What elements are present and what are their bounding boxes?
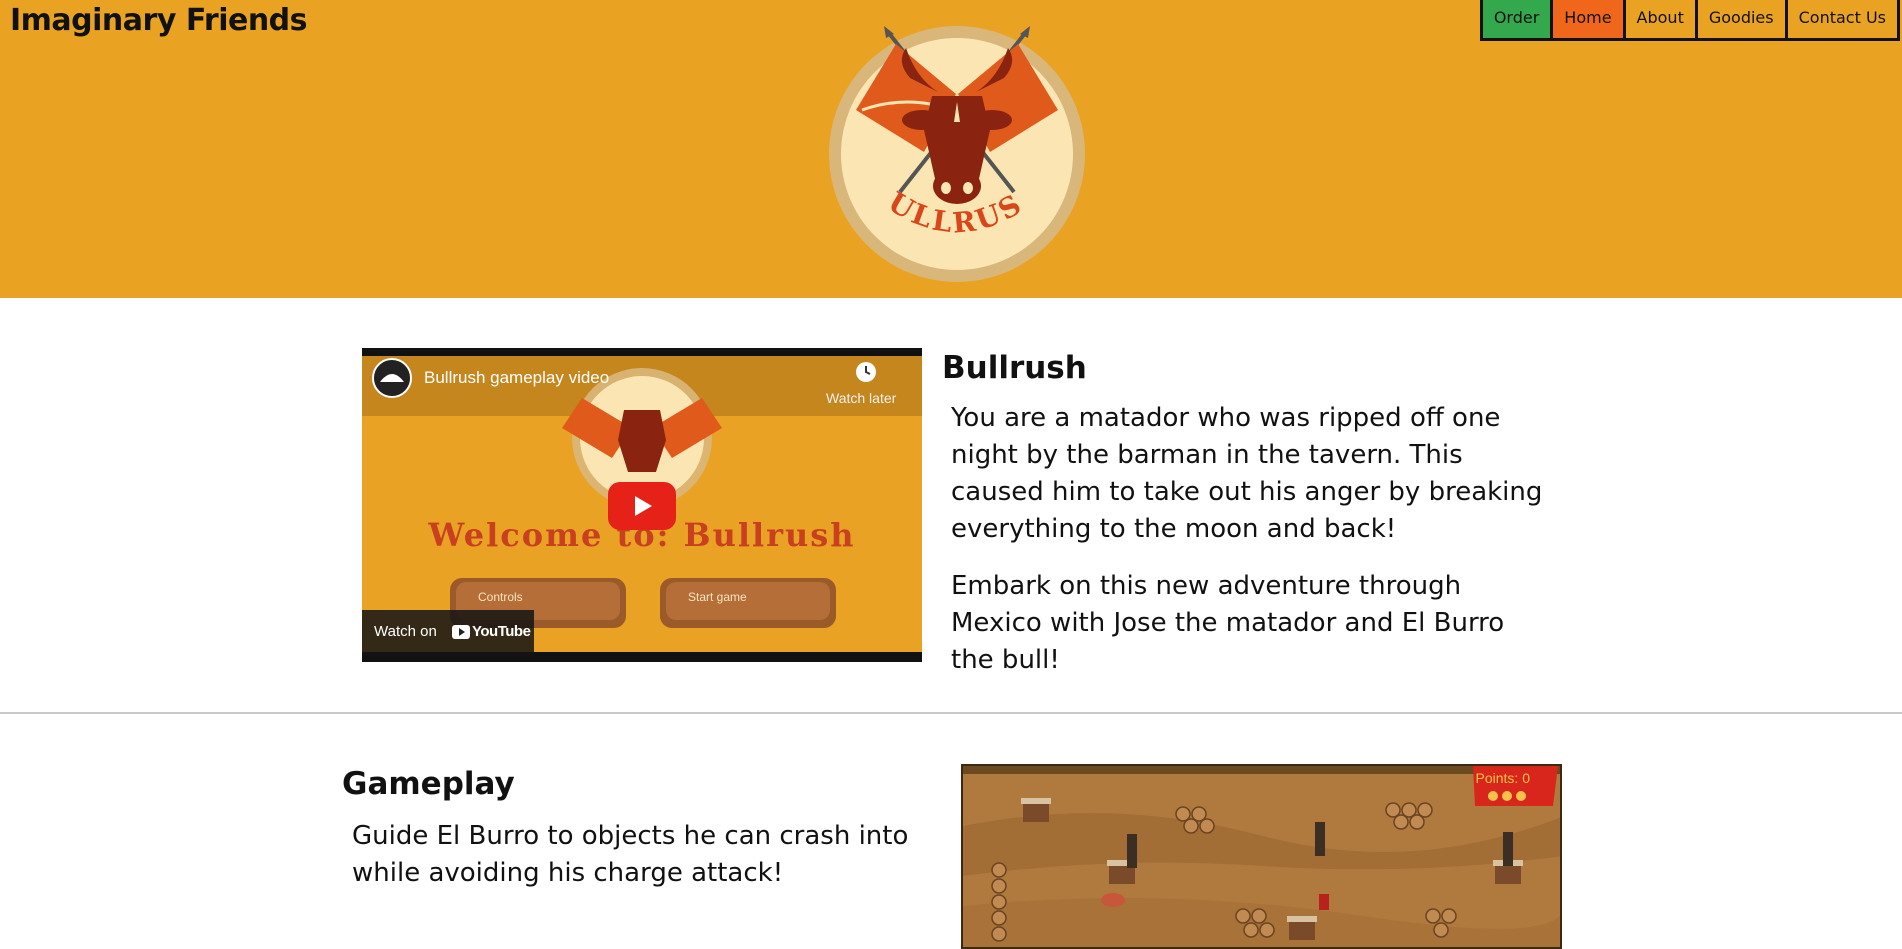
gameplay-heading: Gameplay — [342, 766, 515, 802]
intro-paragraph-2: Embark on this new adventure through Mex… — [951, 571, 1505, 675]
intro-paragraph-1: You are a matador who was ripped off one… — [951, 403, 1543, 544]
nav-item-order[interactable]: Order — [1482, 0, 1551, 38]
section-divider — [0, 712, 1902, 714]
watch-later-button[interactable]: Watch later — [826, 390, 896, 406]
nav-item-goodies[interactable]: Goodies — [1694, 0, 1785, 38]
gameplay-screenshot: Points: 0 — [961, 764, 1562, 949]
intro-heading: Bullrush — [942, 350, 1087, 386]
channel-avatar[interactable] — [372, 358, 412, 398]
nav-item-contact-us[interactable]: Contact Us — [1784, 0, 1897, 38]
youtube-brand: YouTube — [472, 623, 531, 640]
bullrush-logo: BULLRUSH — [811, 0, 1088, 282]
site-header: Imaginary Friends Order Home About Goodi… — [0, 0, 1902, 298]
points-counter: Points: 0 — [1475, 770, 1530, 786]
clock-icon[interactable] — [854, 360, 878, 384]
video-title[interactable]: Bullrush gameplay video — [424, 368, 609, 388]
nav-item-about[interactable]: About — [1622, 0, 1695, 38]
site-title[interactable]: Imaginary Friends — [10, 3, 308, 38]
video-start-game-label: Start game — [688, 590, 747, 604]
nav-item-home[interactable]: Home — [1550, 0, 1623, 38]
watch-on-youtube-button[interactable]: Watch on YouTube — [362, 610, 534, 656]
gameplay-paragraph: Guide El Burro to objects he can crash i… — [352, 821, 909, 888]
video-controls-label: Controls — [478, 590, 523, 604]
watch-on-label: Watch on — [374, 623, 437, 640]
main-nav: Order Home About Goodies Contact Us — [1479, 0, 1900, 41]
youtube-logo-icon — [452, 625, 470, 639]
play-button-icon[interactable] — [608, 482, 676, 530]
youtube-video-embed[interactable]: Bullrush gameplay video Watch later Welc… — [362, 348, 922, 662]
